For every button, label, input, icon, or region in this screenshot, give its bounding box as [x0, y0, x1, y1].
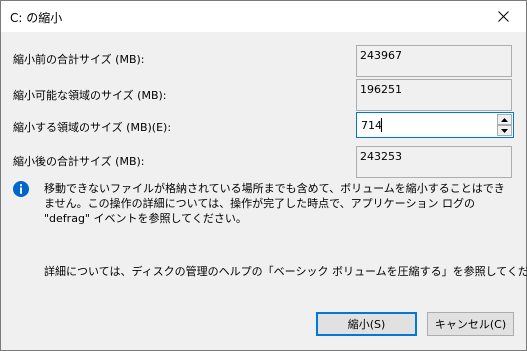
shrink-amount-label: 縮小する領域のサイズ (MB)(E): — [13, 121, 172, 134]
spin-down-button[interactable] — [497, 125, 512, 136]
info-icon — [13, 181, 29, 197]
shrink-dialog: C: の縮小 縮小前の合計サイズ (MB): 243967 縮小可能な領域のサイ… — [0, 0, 527, 351]
arrow-down-icon — [501, 128, 508, 133]
help-reference-text: 詳細については、ディスクの管理のヘルプの「ベーシック ボリュームを圧縮する」を参… — [44, 265, 527, 278]
available-label: 縮小可能な領域のサイズ (MB): — [13, 89, 167, 102]
total-after-label: 縮小後の合計サイズ (MB): — [13, 155, 145, 168]
close-button[interactable] — [480, 1, 526, 32]
shrink-amount-spinbox[interactable] — [356, 112, 514, 138]
info-message: 移動できないファイルが格納されている場所までも含めて、ボリュームを縮小することは… — [44, 182, 505, 225]
title-bar: C: の縮小 — [1, 1, 526, 32]
spin-up-button[interactable] — [497, 114, 512, 125]
cancel-button[interactable]: キャンセル(C) — [427, 312, 514, 336]
window-title: C: の縮小 — [10, 11, 63, 25]
close-icon — [497, 11, 509, 22]
spin-buttons — [497, 114, 512, 136]
total-after-field: 243253 — [356, 146, 512, 178]
total-before-label: 縮小前の合計サイズ (MB): — [13, 53, 145, 66]
text-caret — [381, 118, 382, 132]
shrink-amount-input[interactable] — [357, 113, 495, 137]
available-field: 196251 — [356, 79, 512, 111]
shrink-button[interactable]: 縮小(S) — [316, 312, 417, 336]
total-before-field: 243967 — [356, 45, 512, 77]
arrow-up-icon — [501, 117, 508, 122]
